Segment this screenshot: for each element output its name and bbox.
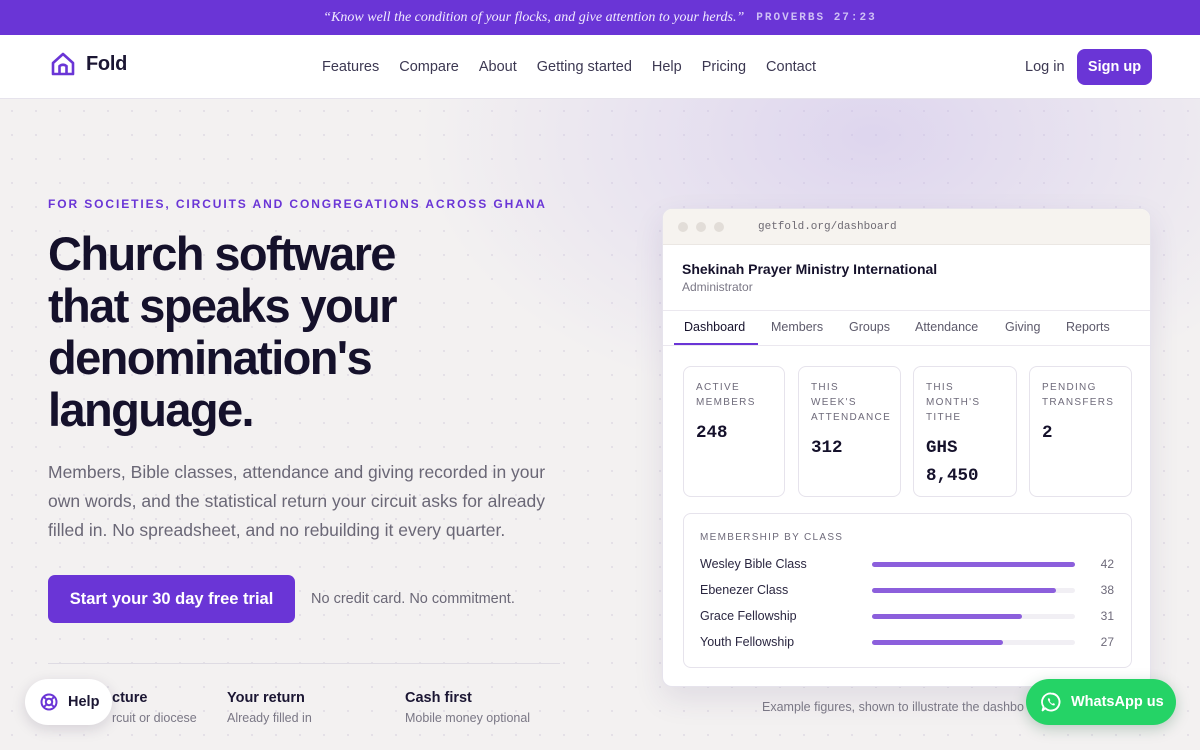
stat-label: THIS MONTH'S TITHE xyxy=(926,382,981,423)
stat-label: PENDING TRANSFERS xyxy=(1042,382,1115,408)
class-name: Grace Fellowship xyxy=(700,609,797,623)
help-label: Help xyxy=(68,694,100,710)
feature-subtitle: Already filled in xyxy=(227,711,312,725)
class-row: Ebenezer Class 38 xyxy=(700,583,1130,599)
class-bar-fill xyxy=(872,640,1003,645)
class-bar-track xyxy=(872,588,1075,593)
main-menu: Features Compare About Getting started H… xyxy=(322,59,816,75)
class-name: Ebenezer Class xyxy=(700,583,789,597)
class-bar-fill xyxy=(872,562,1075,567)
window-dot xyxy=(696,221,706,232)
dashboard-tabs: Dashboard Members Groups Attendance Givi… xyxy=(663,311,1150,346)
class-row: Wesley Bible Class 42 xyxy=(700,557,1130,573)
stat-label: ACTIVE MEMBERS xyxy=(696,382,756,408)
class-count: 27 xyxy=(1100,635,1114,649)
stat-value: 2 xyxy=(1042,423,1053,443)
feature-title: Cash first xyxy=(405,690,472,706)
class-count: 42 xyxy=(1100,557,1114,571)
browser-chrome: getfold.org/dashboard xyxy=(663,209,1150,245)
class-bar-track xyxy=(872,640,1075,645)
tab-members[interactable]: Members xyxy=(771,320,823,334)
tab-giving[interactable]: Giving xyxy=(1005,320,1040,334)
nav-link-getting-started[interactable]: Getting started xyxy=(537,59,632,75)
stat-card-tithe: THIS MONTH'S TITHE GHS 8,450 xyxy=(913,366,1017,497)
signup-button[interactable]: Sign up xyxy=(1077,49,1152,85)
stat-card-pending-transfers: PENDING TRANSFERS 2 xyxy=(1029,366,1132,497)
org-header: Shekinah Prayer Ministry International A… xyxy=(663,245,1150,311)
nav-link-pricing[interactable]: Pricing xyxy=(702,59,746,75)
dashboard-preview: getfold.org/dashboard Shekinah Prayer Mi… xyxy=(662,208,1151,687)
help-button[interactable]: Help xyxy=(25,679,112,725)
free-trial-button[interactable]: Start your 30 day free trial xyxy=(48,575,295,623)
tab-groups[interactable]: Groups xyxy=(849,320,890,334)
whatsapp-label: WhatsApp us xyxy=(1071,694,1164,710)
feature-subtitle: Mobile money optional xyxy=(405,711,531,725)
class-count: 38 xyxy=(1100,583,1114,597)
browser-url: getfold.org/dashboard xyxy=(758,220,897,233)
scripture-banner: “Know well the condition of your flocks,… xyxy=(0,0,1200,35)
tab-dashboard[interactable]: Dashboard xyxy=(684,320,745,334)
stat-value: 312 xyxy=(811,438,843,458)
membership-title: MEMBERSHIP BY CLASS xyxy=(700,532,844,543)
stat-value: GHS 8,450 xyxy=(926,438,979,486)
hero-headline: Church software that speaks your denomin… xyxy=(48,227,398,436)
nav-link-about[interactable]: About xyxy=(479,59,517,75)
lifebuoy-icon xyxy=(40,693,58,711)
feature-divider xyxy=(48,663,560,664)
tab-attendance[interactable]: Attendance xyxy=(915,320,978,334)
banner-reference: PROVERBS 27:23 xyxy=(756,11,877,24)
whatsapp-button[interactable]: WhatsApp us xyxy=(1026,679,1176,725)
nav-link-compare[interactable]: Compare xyxy=(399,59,459,75)
banner-quote: “Know well the condition of your flocks,… xyxy=(323,9,745,25)
stat-card-attendance: THIS WEEK'S ATTENDANCE 312 xyxy=(798,366,901,497)
stat-card-active-members: ACTIVE MEMBERS 248 xyxy=(683,366,785,497)
feature-item-cash: Cash first Mobile money optional xyxy=(405,690,530,725)
nav-link-contact[interactable]: Contact xyxy=(766,59,816,75)
class-bar-track xyxy=(872,562,1075,567)
user-role: Administrator xyxy=(682,280,753,294)
active-tab-indicator xyxy=(674,343,758,345)
window-dot xyxy=(678,221,688,232)
feature-item-return: Your return Already filled in xyxy=(227,690,312,725)
hero-eyebrow: FOR SOCIETIES, CIRCUITS AND CONGREGATION… xyxy=(48,197,547,211)
nav-link-features[interactable]: Features xyxy=(322,59,379,75)
stat-value: 248 xyxy=(696,423,728,443)
class-name: Wesley Bible Class xyxy=(700,557,807,571)
top-navigation: Fold Features Compare About Getting star… xyxy=(0,35,1200,99)
class-bar-fill xyxy=(872,614,1022,619)
class-bar-track xyxy=(872,614,1075,619)
window-dot xyxy=(714,221,724,232)
nav-link-help[interactable]: Help xyxy=(652,59,682,75)
cta-note: No credit card. No commitment. xyxy=(311,591,515,607)
tab-reports[interactable]: Reports xyxy=(1066,320,1110,334)
feature-title: Your return xyxy=(227,690,305,706)
class-row: Grace Fellowship 31 xyxy=(700,609,1130,625)
class-count: 31 xyxy=(1100,609,1114,623)
dashboard-caption: Example figures, shown to illustrate the… xyxy=(762,700,1024,714)
hero-description: Members, Bible classes, attendance and g… xyxy=(48,462,546,540)
brand-logo[interactable]: Fold xyxy=(50,51,127,77)
membership-by-class-panel: MEMBERSHIP BY CLASS Wesley Bible Class 4… xyxy=(683,513,1132,668)
class-name: Youth Fellowship xyxy=(700,635,795,649)
class-bar-fill xyxy=(872,588,1056,593)
whatsapp-icon xyxy=(1041,692,1061,712)
brand-name: Fold xyxy=(86,52,128,75)
house-icon xyxy=(51,52,75,76)
login-link[interactable]: Log in xyxy=(1025,59,1065,75)
class-row: Youth Fellowship 27 xyxy=(700,635,1130,651)
org-name: Shekinah Prayer Ministry International xyxy=(682,261,938,277)
stat-label: THIS WEEK'S ATTENDANCE xyxy=(811,382,892,423)
